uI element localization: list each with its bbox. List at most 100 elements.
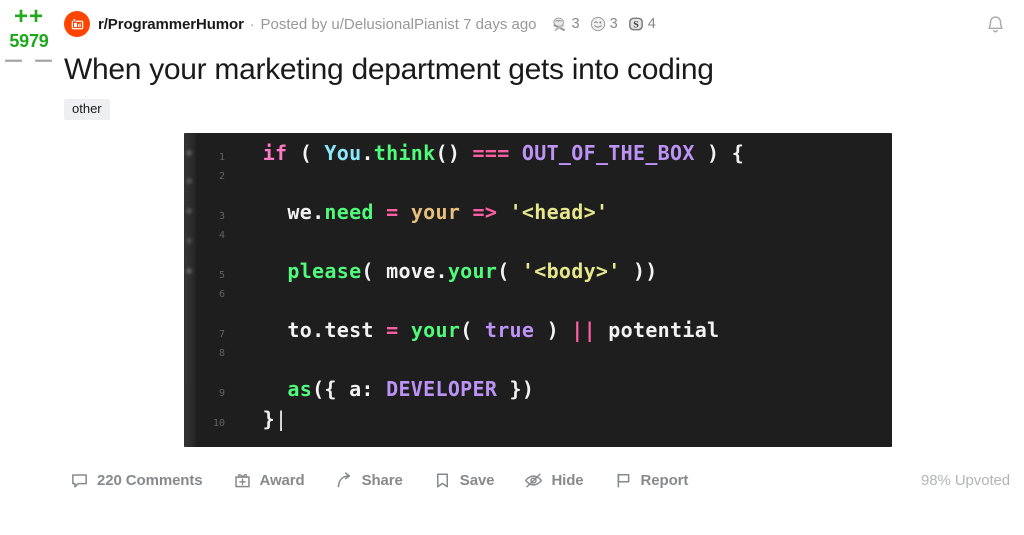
meta-separator: · — [249, 16, 255, 32]
post-content: r/ProgrammerHumor · Posted by u/Delusion… — [64, 0, 1024, 120]
award-label: Award — [259, 471, 305, 489]
code-token: === — [472, 141, 510, 165]
code-line: 10 }| — [196, 407, 892, 437]
code-token: if — [262, 141, 288, 165]
editor-sidebar-strip — [184, 133, 196, 447]
code-token: potential — [595, 318, 720, 342]
post-author-timestamp[interactable]: Posted by u/DelusionalPianist 7 days ago — [261, 16, 537, 33]
code-token: ( — [497, 259, 522, 283]
code-token: || — [571, 318, 596, 342]
code-token: . — [312, 200, 325, 224]
report-button[interactable]: Report — [614, 471, 689, 490]
code-line: 9 as({ a: DEVELOPER }) — [196, 377, 892, 407]
code-line: 2 — [196, 171, 892, 201]
code-line: 1 if ( You.think() === OUT_OF_THE_BOX ) … — [196, 141, 892, 171]
upvote-button[interactable]: ++ — [14, 5, 44, 29]
code-token: => — [472, 200, 498, 224]
code-token: '<body>' — [521, 259, 621, 283]
code-line-number: 6 — [218, 288, 225, 300]
code-token: as — [287, 377, 313, 401]
code-token: test — [324, 318, 374, 342]
hide-button[interactable]: Hide — [524, 471, 584, 490]
code-token: your — [410, 318, 461, 342]
code-token: '<head>' — [509, 200, 609, 224]
code-line-number: 8 — [218, 347, 225, 359]
save-button[interactable]: Save — [433, 471, 495, 490]
subreddit-link[interactable]: r/ProgrammerHumor — [98, 16, 244, 33]
wholesome-award-icon — [552, 17, 565, 31]
hide-eye-icon — [525, 473, 543, 487]
code-token: ( — [361, 259, 387, 283]
award-item[interactable]: S 4 — [627, 15, 656, 33]
code-token: DEVELOPER — [386, 377, 498, 401]
code-token: )) — [620, 259, 658, 283]
report-label: Report — [640, 471, 689, 489]
code-line: 3 we.need = your => '<head>' — [196, 200, 892, 230]
code-token: | — [275, 406, 288, 431]
code-token: your — [410, 200, 461, 224]
comments-label: 220 Comments — [97, 471, 203, 489]
silver-award-icon: S — [628, 17, 643, 31]
code-line: 5 please( move.your( '<body>' )) — [196, 259, 892, 289]
code-token: () — [435, 141, 473, 165]
award-count: 4 — [647, 16, 656, 32]
vote-column: ++ 5979 － － — [0, 5, 58, 73]
code-line-text: }| — [238, 407, 287, 431]
code-line-number: 7 — [218, 329, 225, 340]
subreddit-avatar-icon[interactable] — [64, 11, 90, 37]
code-token: we — [287, 200, 313, 224]
award-item[interactable]: 3 — [589, 15, 618, 33]
code-token: true — [484, 318, 535, 342]
code-line-text: if ( You.think() === OUT_OF_THE_BOX ) { — [238, 141, 744, 165]
code-line-text: as({ a: DEVELOPER }) — [238, 377, 534, 401]
gift-icon — [234, 473, 250, 487]
award-item[interactable]: 3 — [551, 15, 580, 33]
code-line-number: 5 — [218, 270, 225, 281]
code-token: . — [312, 318, 325, 342]
bookmark-icon — [436, 472, 448, 488]
post-title[interactable]: When your marketing department gets into… — [64, 52, 1024, 88]
award-count: 3 — [609, 16, 618, 32]
code-token: ) { — [694, 141, 745, 165]
comment-icon — [72, 473, 87, 488]
post-code-image[interactable]: 1 if ( You.think() === OUT_OF_THE_BOX ) … — [184, 133, 892, 447]
save-label: Save — [459, 471, 495, 489]
code-line: 8 — [196, 348, 892, 378]
comments-button[interactable]: 220 Comments — [70, 471, 203, 490]
code-token: think — [373, 141, 436, 165]
svg-text:S: S — [633, 20, 639, 31]
code-line-text: to.test = your( true ) || potential — [238, 318, 719, 342]
code-token: ) — [534, 318, 572, 342]
awards-list: 3 3 S 4 — [551, 15, 662, 33]
post-meta-row: r/ProgrammerHumor · Posted by u/Delusion… — [64, 0, 1024, 48]
code-line-number: 1 — [218, 152, 225, 163]
award-button[interactable]: Award — [233, 471, 305, 490]
code-token: ( — [460, 318, 485, 342]
code-line-number: 9 — [218, 388, 225, 399]
code-token: = — [386, 200, 399, 224]
notification-bell-icon[interactable] — [978, 8, 1012, 42]
code-token: need — [324, 200, 374, 224]
code-token: your — [447, 259, 498, 283]
code-token: OUT_OF_THE_BOX — [521, 141, 695, 165]
code-token: to — [287, 318, 313, 342]
hide-label: Hide — [551, 471, 584, 489]
post-flair[interactable]: other — [64, 99, 110, 120]
share-button[interactable]: Share — [335, 471, 403, 490]
code-token: } — [238, 406, 276, 431]
downvote-button[interactable]: － － — [2, 51, 55, 73]
code-token: please — [287, 259, 362, 283]
code-lines: 1 if ( You.think() === OUT_OF_THE_BOX ) … — [196, 133, 892, 447]
code-line: 6 — [196, 289, 892, 319]
code-token: ( — [287, 141, 325, 165]
code-token: . — [361, 141, 374, 165]
